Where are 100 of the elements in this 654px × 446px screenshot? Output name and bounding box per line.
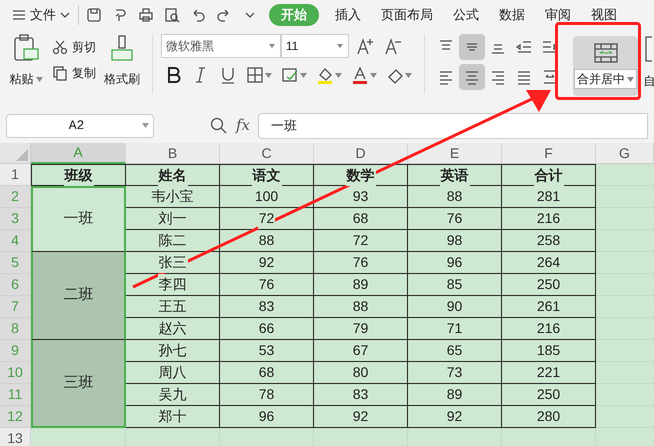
- name-cell: 王五: [126, 296, 220, 318]
- column-header[interactable]: E: [408, 143, 502, 164]
- column-title: 语文: [220, 164, 314, 186]
- name-cell: 张三: [126, 252, 220, 274]
- score-cell: 92: [408, 406, 502, 428]
- column-title: 合计: [502, 164, 596, 186]
- copy-icon: [52, 65, 68, 81]
- print-icon: [138, 7, 154, 23]
- score-cell: 80: [314, 362, 408, 384]
- caret-icon: [370, 72, 377, 78]
- column-title: 姓名: [126, 164, 220, 186]
- merge-cells-icon: [594, 43, 618, 63]
- format-painter-button[interactable]: 格式刷: [104, 34, 140, 88]
- row-header[interactable]: 13: [0, 428, 31, 446]
- score-cell: 216: [502, 208, 596, 230]
- score-cell: 72: [220, 208, 314, 230]
- save-icon: [86, 7, 102, 23]
- name-cell: 赵六: [126, 318, 220, 340]
- score-cell: 258: [502, 230, 596, 252]
- name-cell: 周八: [126, 362, 220, 384]
- score-cell: 221: [502, 362, 596, 384]
- class-cell[interactable]: 三班: [31, 340, 126, 428]
- score-cell: 216: [502, 318, 596, 340]
- ribbon-tab[interactable]: 公式: [445, 4, 487, 26]
- caret-icon: [142, 123, 149, 128]
- align-middle-button[interactable]: [458, 34, 485, 60]
- name-cell: 刘一: [126, 208, 220, 230]
- score-cell: 53: [220, 340, 314, 362]
- column-header[interactable]: F: [502, 143, 596, 164]
- column-title: 数学: [314, 164, 408, 186]
- score-cell: 68: [220, 362, 314, 384]
- column-header[interactable]: D: [314, 143, 408, 164]
- caret-icon: [36, 76, 42, 82]
- align-center-button[interactable]: [458, 64, 485, 90]
- name-cell: 陈二: [126, 230, 220, 252]
- score-cell: 100: [220, 186, 314, 208]
- column-header[interactable]: G: [596, 143, 654, 164]
- column-title: 班级: [31, 164, 126, 186]
- ribbon-tab[interactable]: 数据: [491, 4, 533, 26]
- score-cell: 89: [314, 274, 408, 296]
- score-cell: 88: [408, 186, 502, 208]
- score-cell: 185: [502, 340, 596, 362]
- font-size-field[interactable]: 11: [280, 34, 349, 58]
- name-cell: 郑十: [126, 406, 220, 428]
- borders-button[interactable]: [246, 66, 272, 84]
- row-header[interactable]: 1: [0, 164, 31, 186]
- name-cell: 李四: [126, 274, 220, 296]
- class-cell[interactable]: 一班: [31, 186, 126, 252]
- wrap-text-button[interactable]: 自: [644, 36, 654, 90]
- wrap-bracket-icon: [644, 36, 654, 62]
- caret-icon: [334, 72, 342, 78]
- caret-icon: [627, 76, 634, 82]
- file-menu-button[interactable]: 文件: [8, 5, 74, 25]
- score-cell: 76: [314, 252, 408, 274]
- score-cell: 90: [408, 296, 502, 318]
- zoom-icon: [210, 116, 228, 134]
- caret-icon: [404, 72, 412, 78]
- score-cell: 250: [502, 384, 596, 406]
- score-cell: 85: [408, 274, 502, 296]
- ribbon-tab[interactable]: 页面布局: [373, 4, 441, 26]
- borders-icon: [246, 66, 264, 84]
- score-cell: 76: [220, 274, 314, 296]
- class-cell[interactable]: 二班: [31, 252, 126, 340]
- ribbon-tab[interactable]: 视图: [583, 4, 625, 26]
- score-cell: 78: [220, 384, 314, 406]
- caret-icon: [264, 72, 272, 78]
- score-cell: 73: [408, 362, 502, 384]
- score-cell: 83: [314, 384, 408, 406]
- chevron-down-icon: [60, 11, 70, 19]
- score-cell: 250: [502, 274, 596, 296]
- caret-icon: [336, 43, 344, 49]
- font-color-button[interactable]: [350, 66, 377, 84]
- cut-button[interactable]: 剪切: [52, 38, 96, 56]
- column-title: 英语: [408, 164, 502, 186]
- score-cell: 88: [314, 296, 408, 318]
- score-cell: 96: [220, 406, 314, 428]
- score-cell: 68: [314, 208, 408, 230]
- formula-input[interactable]: 一班: [258, 112, 648, 138]
- merge-center-button[interactable]: 合并居中: [573, 36, 638, 96]
- fill-color-button[interactable]: [316, 66, 342, 84]
- score-cell: 66: [220, 318, 314, 340]
- score-cell: 72: [314, 230, 408, 252]
- score-cell: 83: [220, 296, 314, 318]
- ribbon-tab[interactable]: 插入: [327, 4, 369, 26]
- score-cell: 96: [408, 252, 502, 274]
- scissors-icon: [52, 39, 68, 55]
- score-cell: 76: [408, 208, 502, 230]
- cell-style-button[interactable]: [280, 66, 307, 84]
- ribbon-tab[interactable]: 审阅: [537, 4, 579, 26]
- copy-button[interactable]: 复制: [52, 64, 96, 82]
- name-cell: 韦小宝: [126, 186, 220, 208]
- caret-icon: [300, 72, 307, 78]
- column-header[interactable]: C: [220, 143, 314, 164]
- name-box[interactable]: A2: [6, 114, 154, 138]
- paste-button[interactable]: 粘贴: [8, 34, 44, 88]
- font-name-field[interactable]: 微软雅黑: [160, 34, 281, 58]
- column-header[interactable]: B: [126, 143, 220, 164]
- function-label: fx: [236, 115, 250, 136]
- score-cell: 280: [502, 406, 596, 428]
- name-cell: 孙七: [126, 340, 220, 362]
